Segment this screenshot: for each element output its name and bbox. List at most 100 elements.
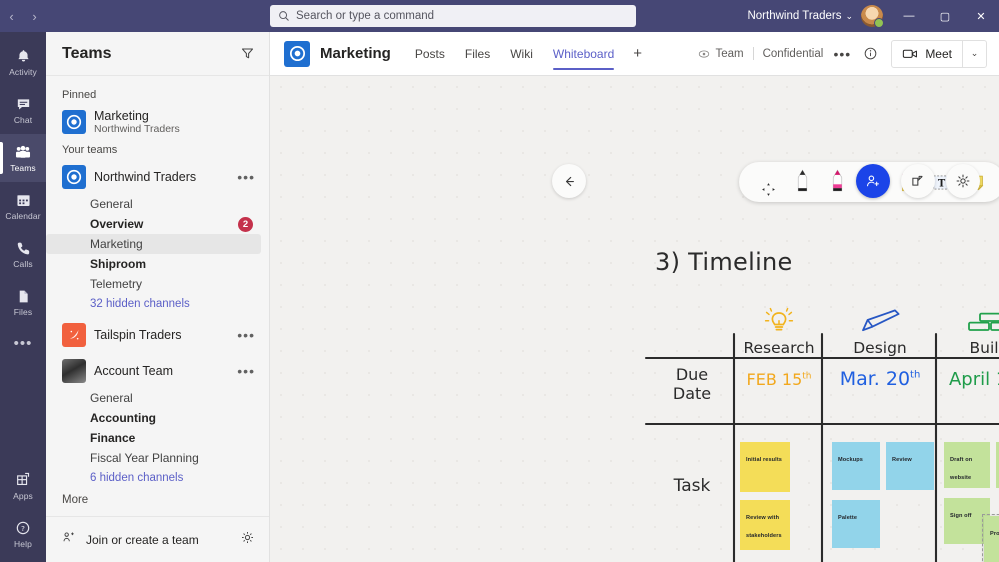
history-nav: ‹ ›	[0, 5, 46, 27]
column-header-build: Build	[938, 306, 999, 357]
sticky-note-selected[interactable]: Prototype	[984, 516, 999, 562]
add-people-button[interactable]	[856, 164, 890, 198]
channel-overview[interactable]: Overview 2	[46, 214, 261, 234]
share-button[interactable]	[901, 164, 935, 198]
column-label-build: Build	[938, 339, 999, 357]
add-tab-button[interactable]: +	[624, 32, 651, 76]
channel-accounting[interactable]: Accounting	[46, 408, 261, 428]
rail-item-files[interactable]: Files	[0, 278, 46, 326]
move-icon	[761, 182, 776, 197]
whiteboard-settings-button[interactable]	[946, 164, 980, 198]
pinned-name: Marketing	[94, 109, 259, 123]
team-northwind-traders[interactable]: Northwind Traders •••	[46, 160, 269, 194]
filter-icon[interactable]	[241, 47, 255, 61]
teams-panel-header: Teams	[46, 32, 269, 76]
sticky-note[interactable]: Review	[886, 442, 934, 490]
meet-dropdown-button[interactable]: ⌄	[962, 40, 986, 68]
channel-header-actions: Team Confidential ••• Meet ⌄	[698, 40, 987, 68]
rail-item-calendar[interactable]: Calendar	[0, 182, 46, 230]
row-label-due-date: Due Date	[654, 366, 730, 404]
back-arrow-icon	[562, 174, 577, 189]
tab-wiki[interactable]: Wiki	[500, 32, 543, 76]
sticky-note[interactable]: Mockups	[832, 442, 880, 490]
channel-general-account[interactable]: General	[46, 388, 261, 408]
search-input[interactable]: Search or type a command	[270, 5, 636, 27]
org-switcher[interactable]: Northwind Traders ⌄	[747, 10, 861, 22]
info-icon[interactable]	[857, 41, 883, 67]
channel-fiscal-year-planning[interactable]: Fiscal Year Planning	[46, 448, 261, 468]
meet-button[interactable]: Meet	[892, 40, 962, 68]
channel-label: Telemetry	[90, 277, 142, 291]
pinned-item-marketing[interactable]: Marketing Northwind Traders	[46, 105, 269, 139]
app-body: Activity Chat Teams	[0, 32, 999, 562]
back-button[interactable]: ‹	[1, 5, 23, 27]
black-pen-tool[interactable]	[790, 167, 816, 197]
rail-item-teams[interactable]: Teams	[0, 134, 46, 182]
search-container: Search or type a command	[270, 5, 636, 27]
team-options-tailspin[interactable]: •••	[237, 327, 259, 343]
forward-button[interactable]: ›	[24, 5, 46, 27]
team-options-northwind[interactable]: •••	[237, 169, 259, 185]
channel-finance[interactable]: Finance	[46, 428, 261, 448]
teams-panel: Teams Pinned Marketing Northwind Traders	[46, 32, 270, 562]
tab-files[interactable]: Files	[455, 32, 500, 76]
org-name-label: Northwind Traders	[747, 10, 841, 22]
sticky-note[interactable]: Review with stakeholders	[740, 500, 790, 550]
sticky-note[interactable]: Draft on website	[944, 442, 990, 488]
apps-icon	[14, 471, 32, 489]
more-teams-button[interactable]: More	[46, 488, 269, 510]
rail-item-calls[interactable]: Calls	[0, 230, 46, 278]
main-content: Marketing Posts Files Wiki Whiteboard + …	[270, 32, 999, 562]
tab-whiteboard[interactable]: Whiteboard	[543, 32, 624, 76]
avatar[interactable]	[861, 5, 883, 27]
channel-telemetry[interactable]: Telemetry	[46, 274, 261, 294]
hidden-channels-account[interactable]: 6 hidden channels	[46, 468, 269, 488]
channel-more-button[interactable]: •••	[829, 41, 855, 67]
sticky-note-text: Initial results	[746, 457, 782, 463]
sticky-note[interactable]: Initial results	[740, 442, 790, 492]
eye-icon	[698, 48, 710, 60]
rail-item-activity[interactable]: Activity	[0, 38, 46, 86]
maximize-button[interactable]: ▢	[927, 0, 963, 32]
hidden-channels-northwind[interactable]: 32 hidden channels	[46, 294, 269, 314]
search-placeholder-text: Search or type a command	[296, 10, 434, 22]
due-date-suffix: th	[910, 370, 920, 381]
pinned-label: Pinned	[46, 84, 269, 105]
move-tool[interactable]	[755, 167, 781, 197]
team-name-account: Account Team	[94, 364, 229, 378]
sticky-note[interactable]: Palette	[832, 500, 880, 548]
channel-label: Accounting	[90, 411, 156, 425]
window-controls: — ▢ ✕	[891, 0, 999, 32]
pink-pen-tool[interactable]	[824, 167, 850, 197]
rail-more-button[interactable]: •••	[0, 326, 46, 360]
team-account-team[interactable]: Account Team •••	[46, 354, 269, 388]
join-create-team-button[interactable]: Join or create a team	[62, 530, 199, 549]
due-date-value: FEB 15	[747, 370, 803, 389]
team-tailspin-traders[interactable]: Tailspin Traders •••	[46, 318, 269, 352]
gear-icon[interactable]	[240, 530, 255, 550]
whiteboard-canvas[interactable]: T	[270, 76, 999, 562]
timeline-table: Research Design	[642, 304, 999, 562]
due-date-build: April 17th	[940, 369, 999, 390]
rail-item-chat[interactable]: Chat	[0, 86, 46, 134]
channel-marketing[interactable]: Marketing	[46, 234, 261, 254]
whiteboard-back-button[interactable]	[552, 164, 586, 198]
row-label-task: Task	[654, 476, 730, 496]
channel-shiproom[interactable]: Shiproom	[46, 254, 261, 274]
due-date-suffix: th	[802, 372, 811, 382]
channel-general-northwind[interactable]: General	[46, 194, 261, 214]
rail-item-help[interactable]: ? Help	[0, 510, 46, 558]
status-badge[interactable]: Team Confidential	[698, 47, 827, 60]
channel-label: Fiscal Year Planning	[90, 451, 199, 465]
channel-label: Shiproom	[90, 257, 146, 271]
team-options-account[interactable]: •••	[237, 363, 259, 379]
column-header-research: Research	[736, 306, 822, 357]
channel-label: General	[90, 197, 133, 211]
minimize-button[interactable]: —	[891, 0, 927, 32]
rail-item-apps[interactable]: Apps	[0, 462, 46, 510]
teams-list[interactable]: Pinned Marketing Northwind Traders Your …	[46, 76, 269, 516]
sticky-note-text: Prototype	[990, 531, 999, 537]
close-button[interactable]: ✕	[963, 0, 999, 32]
tab-posts[interactable]: Posts	[405, 32, 455, 76]
teams-app-window: ‹ › Search or type a command Northwind T…	[0, 0, 999, 562]
